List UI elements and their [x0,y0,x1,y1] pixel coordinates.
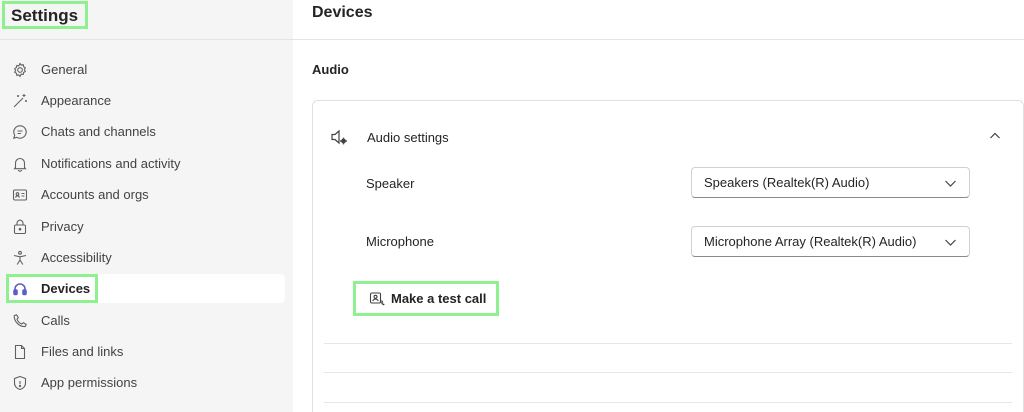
sidebar-item-label: Files and links [41,344,124,359]
sidebar-item-calls[interactable]: Calls [6,306,285,335]
chevron-up-icon[interactable] [988,129,1002,143]
sidebar-item-label: Calls [41,313,70,328]
microphone-dropdown-value: Microphone Array (Realtek(R) Audio) [704,234,917,249]
speaker-label: Speaker [366,176,415,191]
sidebar-item-label: Accessibility [41,250,112,265]
document-icon [12,344,28,360]
sidebar-divider [0,39,293,40]
sidebar-item-label: App permissions [41,375,138,390]
audio-settings-card: Audio settings Speaker Speakers (Realtek… [312,100,1024,412]
sidebar-item-label: General [41,62,88,77]
chevron-down-icon [944,177,957,190]
id-card-icon [12,187,28,203]
sidebar-item-label: Notifications and activity [41,156,181,171]
card-divider [324,402,1012,403]
sidebar-item-accounts-and-orgs[interactable]: Accounts and orgs [6,180,285,209]
sidebar-item-label: Devices [41,281,91,296]
settings-main-pane: Devices Audio Audio settings Speaker Spe… [293,0,1024,412]
audio-settings-label: Audio settings [367,130,449,145]
shield-icon [12,375,28,391]
gear-icon [12,61,28,78]
settings-title: Settings [2,1,88,29]
chevron-down-icon [944,236,957,249]
phone-icon [12,313,28,329]
lock-icon [12,219,28,235]
sidebar-item-label: Privacy [41,219,84,234]
sidebar-item-general[interactable]: General [6,55,285,84]
bell-icon [12,156,28,172]
speaker-settings-icon [330,128,348,146]
make-test-call-button[interactable]: Make a test call [353,281,499,316]
sidebar-item-label: Chats and channels [41,124,156,139]
header-divider [293,39,1024,40]
sidebar-item-chats-and-channels[interactable]: Chats and channels [6,117,285,146]
sidebar-item-devices[interactable]: Devices [6,274,285,303]
sidebar-item-privacy[interactable]: Privacy [6,212,285,241]
magic-wand-icon [12,93,28,109]
sidebar-item-label: Accounts and orgs [41,187,149,202]
speaker-dropdown[interactable]: Speakers (Realtek(R) Audio) [691,167,970,198]
section-title-audio: Audio [312,62,349,77]
speaker-dropdown-value: Speakers (Realtek(R) Audio) [704,175,870,190]
microphone-dropdown[interactable]: Microphone Array (Realtek(R) Audio) [691,226,970,257]
make-test-call-label: Make a test call [391,291,487,306]
audio-settings-header[interactable]: Audio settings [313,101,1023,171]
chat-icon [12,124,28,140]
card-divider [324,372,1012,373]
settings-sidebar: Settings General Appearance Chats and ch… [0,0,293,412]
sidebar-item-files-and-links[interactable]: Files and links [6,337,285,366]
microphone-label: Microphone [366,234,434,249]
sidebar-item-accessibility[interactable]: Accessibility [6,243,285,272]
sidebar-item-appearance[interactable]: Appearance [6,86,285,115]
headset-icon [12,281,28,297]
accessibility-icon [12,250,28,266]
test-call-icon [369,291,385,307]
sidebar-item-label: Appearance [41,93,112,108]
sidebar-item-app-permissions[interactable]: App permissions [6,368,285,397]
page-title: Devices [312,4,373,21]
card-divider [324,343,1012,344]
sidebar-item-notifications[interactable]: Notifications and activity [6,149,285,178]
